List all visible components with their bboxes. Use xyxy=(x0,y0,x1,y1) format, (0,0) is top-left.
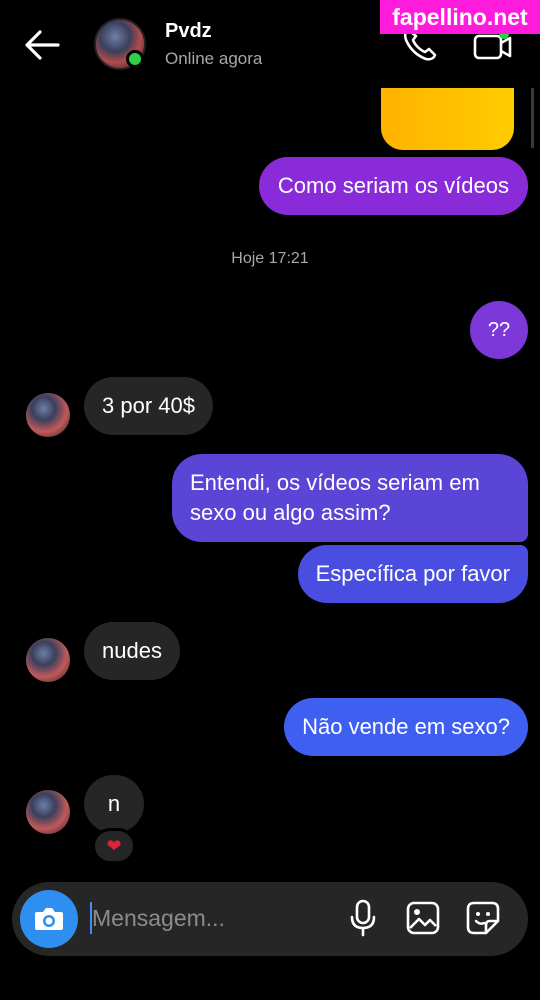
system-navigation-bar xyxy=(0,985,540,1000)
microphone-icon[interactable] xyxy=(345,898,381,938)
message-incoming[interactable]: n xyxy=(84,775,144,833)
contact-name[interactable]: Pvdz xyxy=(165,20,212,43)
message-input[interactable] xyxy=(92,898,332,938)
image-icon[interactable] xyxy=(405,900,441,936)
message-timestamp: Hoje 17:21 xyxy=(231,250,309,267)
message-outgoing[interactable]: Não vende em sexo? xyxy=(284,698,528,756)
message-outgoing[interactable]: Como seriam os vídeos xyxy=(258,157,528,215)
chat-header: Pvdz Online agora fapellino.net xyxy=(0,0,540,88)
contact-status: Online agora xyxy=(165,49,263,68)
message-outgoing[interactable]: Específica por favor xyxy=(297,545,528,603)
scrollbar[interactable] xyxy=(531,88,534,148)
camera-icon xyxy=(35,908,63,930)
message-outgoing[interactable]: ?? xyxy=(470,301,528,359)
back-arrow-icon[interactable] xyxy=(22,28,62,62)
sender-avatar[interactable] xyxy=(26,638,70,682)
message-incoming[interactable]: 3 por 40$ xyxy=(84,377,213,435)
camera-button[interactable] xyxy=(20,890,78,948)
heart-reaction-icon[interactable]: ❤ xyxy=(92,828,136,864)
message-incoming[interactable]: nudes xyxy=(84,622,180,680)
sticker-icon[interactable] xyxy=(465,900,501,936)
sender-avatar[interactable] xyxy=(26,393,70,437)
sender-avatar[interactable] xyxy=(26,790,70,834)
shared-media-thumbnail[interactable] xyxy=(381,88,514,150)
message-outgoing[interactable]: Entendi, os vídeos seriam em sexo ou alg… xyxy=(172,454,528,542)
online-status-dot xyxy=(126,50,144,68)
watermark: fapellino.net xyxy=(380,0,540,34)
